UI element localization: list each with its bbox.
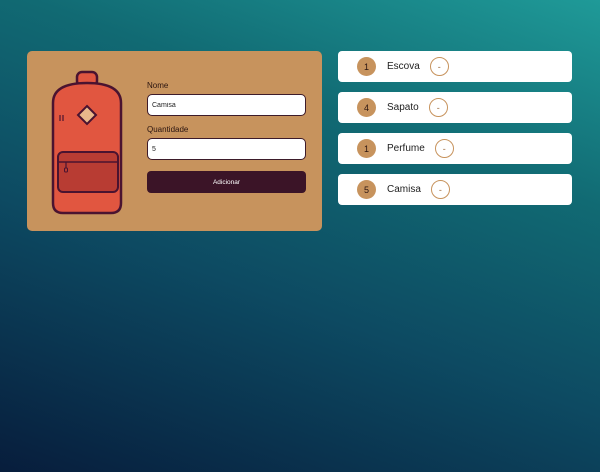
remove-button[interactable]: - xyxy=(428,98,448,117)
list-item: 5 Camisa - xyxy=(338,174,572,205)
item-name: Camisa xyxy=(387,184,421,195)
remove-button[interactable]: - xyxy=(430,180,450,199)
quantity-badge: 1 xyxy=(357,139,376,158)
quantity-badge: 4 xyxy=(357,98,376,117)
remove-button[interactable]: - xyxy=(429,57,449,76)
add-item-form-card: Nome Quantidade Adicionar xyxy=(27,51,322,231)
item-name: Perfume xyxy=(387,143,425,154)
item-name: Sapato xyxy=(387,102,419,113)
quantity-label: Quantidade xyxy=(147,125,189,134)
add-button[interactable]: Adicionar xyxy=(147,171,306,193)
quantity-badge: 1 xyxy=(357,57,376,76)
name-input[interactable] xyxy=(147,94,306,116)
name-label: Nome xyxy=(147,81,169,90)
quantity-badge: 5 xyxy=(357,180,376,199)
form-fields: Nome Quantidade Adicionar xyxy=(147,81,307,193)
list-item: 1 Perfume - xyxy=(338,133,572,164)
item-list: 1 Escova - 4 Sapato - 1 Perfume - 5 Cami… xyxy=(338,51,572,215)
quantity-input[interactable] xyxy=(147,138,306,160)
backpack-icon xyxy=(51,70,123,215)
remove-button[interactable]: - xyxy=(434,139,454,158)
list-item: 1 Escova - xyxy=(338,51,572,82)
list-item: 4 Sapato - xyxy=(338,92,572,123)
item-name: Escova xyxy=(387,61,420,72)
